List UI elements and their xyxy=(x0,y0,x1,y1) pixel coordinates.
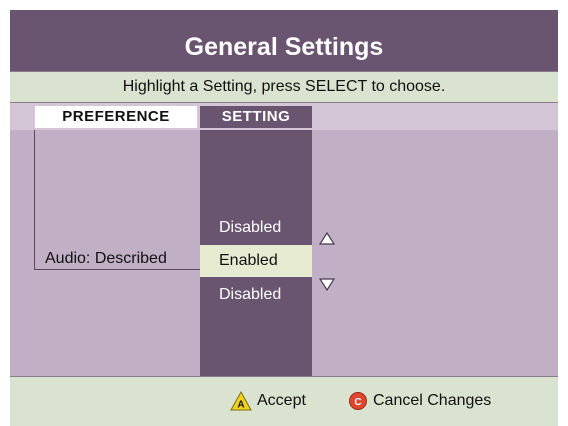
general-settings-screen: General Settings Highlight a Setting, pr… xyxy=(10,10,558,426)
setting-option[interactable]: Disabled xyxy=(200,279,312,311)
preference-header: PREFERENCE xyxy=(35,106,197,128)
footer-bar: A Accept C Cancel Changes xyxy=(10,376,558,426)
preference-bracket-line xyxy=(34,130,201,270)
accept-label: Accept xyxy=(257,392,306,409)
settings-content: Audio: Described Disabled Enabled Disabl… xyxy=(10,130,558,376)
instruction-text: Highlight a Setting, press SELECT to cho… xyxy=(122,78,446,95)
c-button-icon: C xyxy=(349,392,367,410)
triangle-up-icon[interactable] xyxy=(319,232,335,246)
setting-option-selected[interactable]: Enabled xyxy=(200,245,312,277)
setting-header: SETTING xyxy=(200,106,312,128)
c-button-key: C xyxy=(354,397,361,408)
cancel-changes-label: Cancel Changes xyxy=(373,392,492,409)
setting-option[interactable]: Disabled xyxy=(200,212,312,244)
title-bar: General Settings xyxy=(10,10,558,71)
triangle-down-icon[interactable] xyxy=(319,277,335,291)
preference-item-audio-described[interactable]: Audio: Described xyxy=(45,250,167,268)
a-button-icon: A xyxy=(230,391,252,411)
a-button-key: A xyxy=(237,400,244,411)
column-header-bar: PREFERENCE SETTING xyxy=(10,103,558,130)
cancel-changes-button[interactable]: C Cancel Changes xyxy=(348,389,491,413)
page-title: General Settings xyxy=(184,33,384,61)
accept-button[interactable]: A Accept xyxy=(230,389,306,413)
setting-column: Disabled Enabled Disabled xyxy=(200,130,312,376)
instruction-bar: Highlight a Setting, press SELECT to cho… xyxy=(10,71,558,103)
